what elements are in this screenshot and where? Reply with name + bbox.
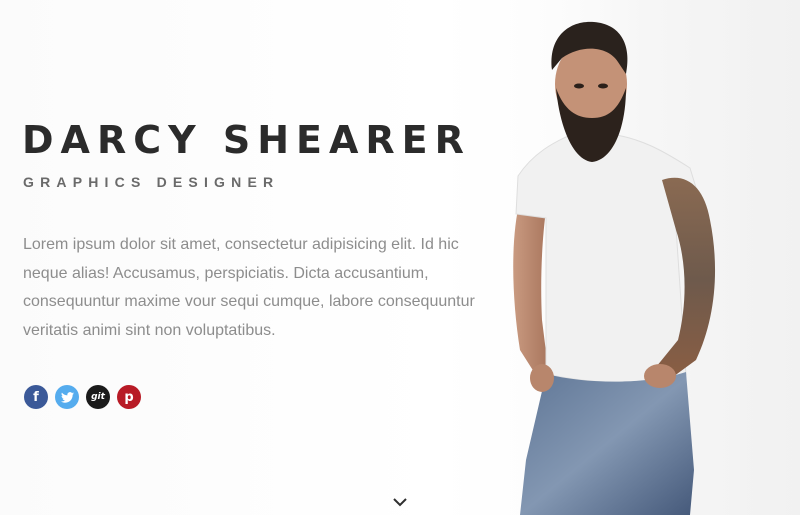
hero-name: DARCY SHEARER [22, 118, 471, 162]
hero-role: GRAPHICS DESIGNER [23, 174, 280, 190]
twitter-icon [60, 391, 74, 403]
facebook-icon: f [33, 390, 39, 405]
pinterest-link[interactable]: p [117, 385, 141, 409]
hero-bio: Lorem ipsum dolor sit amet, consectetur … [23, 236, 475, 340]
pinterest-icon: p [124, 389, 134, 405]
social-links: f git p [24, 385, 141, 409]
chevron-down-icon [393, 498, 407, 507]
scroll-down-button[interactable] [391, 495, 409, 509]
github-icon: git [91, 391, 105, 402]
github-link[interactable]: git [86, 385, 110, 409]
facebook-link[interactable]: f [24, 385, 48, 409]
portrait-photo [490, 0, 800, 515]
twitter-link[interactable] [55, 385, 79, 409]
